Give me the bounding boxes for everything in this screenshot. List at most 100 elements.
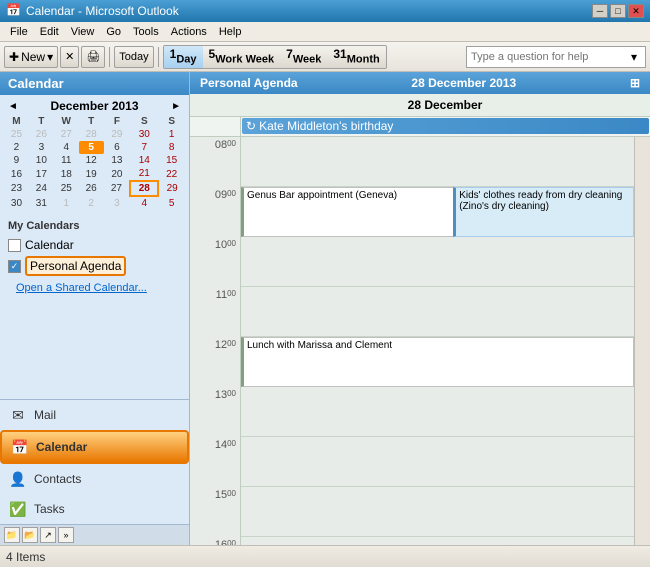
calendar-day[interactable]: 30 <box>130 128 158 141</box>
folder-btn-2[interactable]: 📂 <box>22 527 38 543</box>
calendar-day[interactable]: 29 <box>104 128 131 141</box>
maximize-button[interactable]: □ <box>610 4 626 18</box>
menu-view[interactable]: View <box>65 24 101 40</box>
sidebar-item-contacts[interactable]: 👤 Contacts <box>0 464 189 494</box>
agenda-date: 28 December 2013 <box>411 76 516 90</box>
menu-actions[interactable]: Actions <box>165 24 213 40</box>
delete-button[interactable]: ✕ <box>60 46 79 68</box>
calendar-day[interactable]: 2 <box>79 196 104 210</box>
calendar-day[interactable]: 15 <box>158 154 185 167</box>
time-label: 1400 <box>190 437 240 487</box>
calendar-day[interactable]: 24 <box>29 181 54 196</box>
time-label: 1100 <box>190 287 240 337</box>
today-button[interactable]: Today <box>114 46 153 68</box>
hour-line <box>241 387 634 437</box>
workweek-view-button[interactable]: 5Work Week <box>203 46 281 68</box>
calendar-item-calendar[interactable]: Calendar <box>8 236 181 254</box>
calendar-day[interactable]: 26 <box>79 181 104 196</box>
calendar-day[interactable]: 26 <box>29 128 54 141</box>
sidebar-item-calendar[interactable]: 📅 Calendar <box>0 430 189 464</box>
weekday-header: F <box>104 115 131 128</box>
menu-tools[interactable]: Tools <box>127 24 165 40</box>
calendar-day[interactable]: 5 <box>79 141 104 154</box>
sidebar-header: Calendar <box>0 72 189 95</box>
calendar-day[interactable]: 1 <box>158 128 185 141</box>
prev-month-button[interactable]: ◄ <box>4 101 22 112</box>
calendar-day[interactable]: 20 <box>104 167 131 181</box>
calendar-day[interactable]: 23 <box>4 181 29 196</box>
sidebar-item-mail[interactable]: ✉ Mail <box>0 400 189 430</box>
calendar-day[interactable]: 27 <box>104 181 131 196</box>
calendar-day[interactable]: 21 <box>130 167 158 181</box>
new-icon: ✚ <box>9 50 19 64</box>
weekday-header: S <box>158 115 185 128</box>
event-genus-bar[interactable]: Genus Bar appointment (Geneva) <box>241 187 457 237</box>
close-button[interactable]: ✕ <box>628 4 644 18</box>
new-button[interactable]: ✚ New ▾ <box>4 46 58 68</box>
vertical-scrollbar[interactable] <box>634 137 650 545</box>
calendar-day[interactable]: 25 <box>54 181 79 196</box>
calendar-day[interactable]: 4 <box>54 141 79 154</box>
next-month-button[interactable]: ► <box>167 101 185 112</box>
open-shared-calendar[interactable]: Open a Shared Calendar... <box>8 278 181 298</box>
arrow-btn[interactable]: ↗ <box>40 527 56 543</box>
calendar-day[interactable]: 8 <box>158 141 185 154</box>
time-grid[interactable]: 0800090010001100120013001400150016001700… <box>190 137 650 545</box>
month-view-button[interactable]: 31Month <box>327 46 385 68</box>
event-kids-clothes[interactable]: Kids' clothes ready from dry cleaning (Z… <box>453 187 634 237</box>
expand-btn[interactable]: » <box>58 527 74 543</box>
calendar-day[interactable]: 19 <box>79 167 104 181</box>
calendar-day[interactable]: 25 <box>4 128 29 141</box>
separator2 <box>158 47 159 67</box>
calendar-day[interactable]: 9 <box>4 154 29 167</box>
calendar-day[interactable]: 13 <box>104 154 131 167</box>
calendar-day[interactable]: 16 <box>4 167 29 181</box>
help-dropdown-icon[interactable]: ▾ <box>631 50 637 64</box>
calendar-day[interactable]: 27 <box>54 128 79 141</box>
calendar-day[interactable]: 29 <box>158 181 185 196</box>
calendar-day[interactable]: 28 <box>130 181 158 196</box>
calendar-day[interactable]: 22 <box>158 167 185 181</box>
calendar-day[interactable]: 10 <box>29 154 54 167</box>
view-switcher: 1Day 5Work Week 7Week 31Month <box>163 45 387 69</box>
time-label: 0800 <box>190 137 240 187</box>
calendar-day[interactable]: 28 <box>79 128 104 141</box>
calendar-day[interactable]: 31 <box>29 196 54 210</box>
calendar-day[interactable]: 5 <box>158 196 185 210</box>
menu-go[interactable]: Go <box>100 24 127 40</box>
calendar-day[interactable]: 14 <box>130 154 158 167</box>
calendar-day[interactable]: 2 <box>4 141 29 154</box>
menu-file[interactable]: File <box>4 24 34 40</box>
mini-cal-table: M T W T F S S 25262728293012345678910111… <box>4 115 185 210</box>
calendar-checkbox[interactable] <box>8 239 21 252</box>
day-view-button[interactable]: 1Day <box>164 46 203 68</box>
calendar-day[interactable]: 12 <box>79 154 104 167</box>
time-label: 1500 <box>190 487 240 537</box>
personal-checkbox[interactable]: ✓ <box>8 260 21 273</box>
folder-btn-1[interactable]: 📁 <box>4 527 20 543</box>
calendar-item-personal[interactable]: ✓ Personal Agenda <box>8 254 181 278</box>
calendar-day[interactable]: 11 <box>54 154 79 167</box>
calendar-day[interactable]: 4 <box>130 196 158 210</box>
calendar-day[interactable]: 3 <box>29 141 54 154</box>
calendar-day[interactable]: 17 <box>29 167 54 181</box>
sidebar-nav: ✉ Mail 📅 Calendar 👤 Contacts ✅ Tasks <box>0 399 189 524</box>
calendar-day[interactable]: 30 <box>4 196 29 210</box>
event-lunch[interactable]: Lunch with Marissa and Clement <box>241 337 634 387</box>
menu-edit[interactable]: Edit <box>34 24 65 40</box>
sidebar-item-tasks[interactable]: ✅ Tasks <box>0 494 189 524</box>
calendar-day[interactable]: 6 <box>104 141 131 154</box>
calendar-day[interactable]: 18 <box>54 167 79 181</box>
calendar-day[interactable]: 7 <box>130 141 158 154</box>
calendar-day[interactable]: 3 <box>104 196 131 210</box>
calendar-day[interactable]: 1 <box>54 196 79 210</box>
week-view-button[interactable]: 7Week <box>280 46 327 68</box>
print-button[interactable]: 🖨 <box>81 46 105 68</box>
help-input[interactable] <box>471 51 631 63</box>
allday-event-birthday[interactable]: ↻ Kate Middleton's birthday <box>242 118 649 134</box>
help-box[interactable]: ▾ <box>466 46 646 68</box>
grid-icon: ⊞ <box>630 76 640 90</box>
window-controls: ─ □ ✕ <box>592 4 644 18</box>
minimize-button[interactable]: ─ <box>592 4 608 18</box>
menu-help[interactable]: Help <box>213 24 248 40</box>
